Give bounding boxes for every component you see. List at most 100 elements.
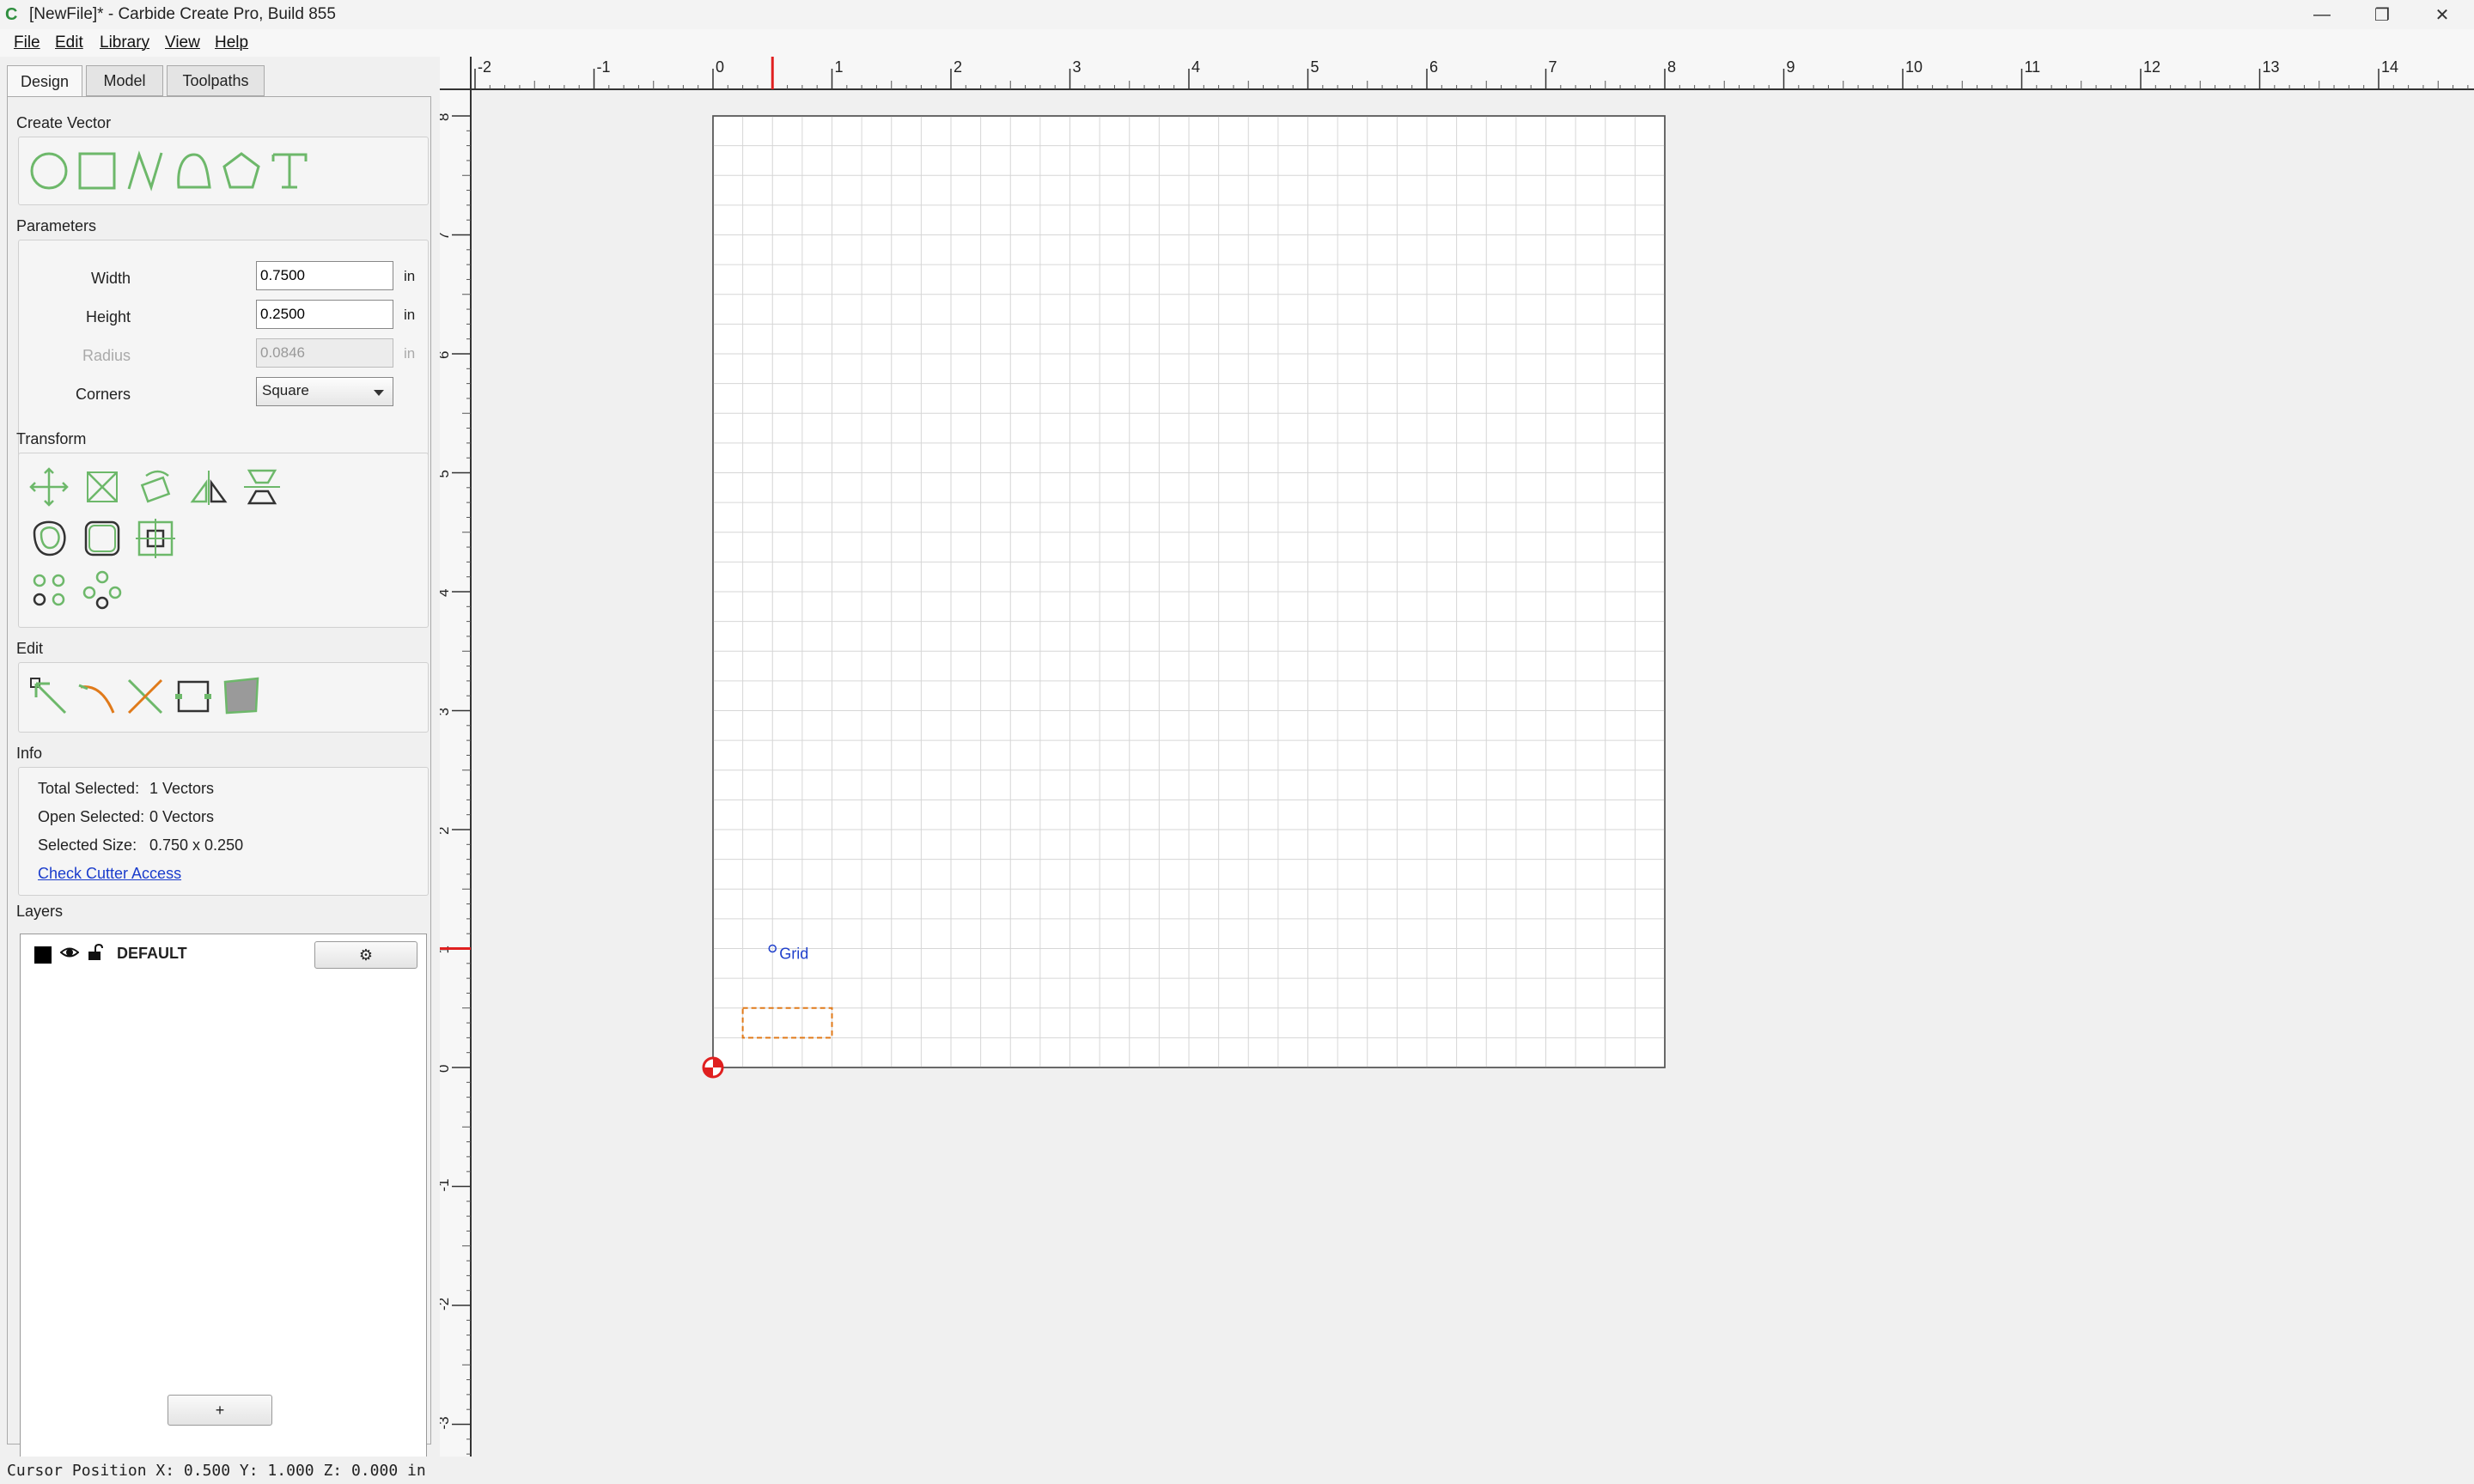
height-input[interactable] — [256, 300, 393, 329]
chevron-down-icon — [374, 390, 384, 396]
edit-label: Edit — [16, 640, 44, 657]
radius-unit: in — [404, 345, 416, 362]
ruler-y-label: -1 — [440, 1178, 452, 1191]
curve-tool-icon[interactable] — [172, 149, 215, 192]
grid-array-icon[interactable] — [27, 569, 70, 611]
menu-view[interactable]: View — [165, 33, 200, 52]
create-vector-label: Create Vector — [16, 114, 112, 131]
gear-icon: ⚙ — [358, 946, 374, 964]
menu-library[interactable]: Library — [100, 33, 149, 52]
add-layer-button[interactable]: + — [168, 1395, 272, 1426]
menu-file[interactable]: File — [14, 33, 40, 52]
ruler-x-label: -2 — [478, 58, 491, 76]
unlock-icon[interactable] — [86, 943, 105, 966]
ruler-y-label: -2 — [440, 1298, 452, 1311]
horizontal-ruler[interactable] — [440, 57, 2474, 89]
ruler-y-label: -3 — [440, 1416, 452, 1429]
grid-snap-label: Grid — [779, 946, 808, 963]
menu-bar: File Edit Library View Help — [0, 29, 2474, 57]
transform-label: Transform — [16, 430, 87, 447]
design-canvas[interactable]: -2-101234567891011121314876543210-1-2-3G… — [440, 57, 2474, 1457]
rotate-icon[interactable] — [134, 465, 177, 508]
join-vectors-icon[interactable] — [172, 675, 215, 718]
rectangle-tool-icon[interactable] — [76, 149, 119, 192]
ruler-x-label: 13 — [2263, 58, 2280, 76]
ruler-y-label: 3 — [440, 708, 452, 715]
ruler-x-label: 6 — [1429, 58, 1438, 76]
width-label: Width — [90, 270, 131, 287]
ruler-x-label: 1 — [835, 58, 844, 76]
corners-selected-value: Square — [262, 382, 309, 398]
tab-toolpaths[interactable]: Toolpaths — [167, 65, 265, 96]
offset-icon[interactable] — [27, 517, 70, 560]
window-title: [NewFile]* - Carbide Create Pro, Build 8… — [29, 5, 336, 23]
polygon-tool-icon[interactable] — [220, 149, 263, 192]
trim-cross-icon[interactable] — [124, 675, 167, 718]
flip-vertical-icon[interactable] — [241, 465, 283, 508]
text-tool-icon[interactable] — [268, 149, 311, 192]
fillet-icon[interactable] — [81, 517, 124, 560]
ruler-x-label: 3 — [1073, 58, 1082, 76]
circle-tool-icon[interactable] — [27, 149, 70, 192]
menu-edit[interactable]: Edit — [55, 33, 83, 52]
vertical-ruler[interactable] — [440, 57, 471, 1457]
close-button[interactable]: ✕ — [2412, 0, 2472, 29]
total-selected-label: Total Selected: — [38, 780, 140, 797]
ruler-x-label: 2 — [954, 58, 962, 76]
ruler-y-label: 7 — [440, 232, 452, 240]
canvas-drawing[interactable]: -2-101234567891011121314876543210-1-2-3G… — [440, 57, 2474, 1457]
layer-color-swatch[interactable] — [34, 946, 52, 964]
title-bar: C [NewFile]* - Carbide Create Pro, Build… — [0, 0, 2474, 29]
parameters-label: Parameters — [16, 217, 97, 234]
minimize-button[interactable]: — — [2292, 0, 2352, 29]
circular-array-icon[interactable] — [81, 569, 124, 611]
trim-curve-icon[interactable] — [76, 675, 119, 718]
ruler-x-label: 4 — [1191, 58, 1200, 76]
boolean-icon[interactable] — [220, 675, 263, 718]
radius-label: Radius — [82, 347, 131, 364]
align-icon[interactable] — [134, 517, 177, 560]
width-unit: in — [404, 268, 416, 284]
selected-size-value: 0.750 x 0.250 — [149, 836, 244, 854]
restore-button[interactable]: ❐ — [2352, 0, 2412, 29]
move-icon[interactable] — [27, 465, 70, 508]
design-panel: Create Vector Parameters Width in Height… — [7, 96, 431, 1483]
check-cutter-access-link[interactable]: Check Cutter Access — [38, 865, 181, 883]
layer-name: DEFAULT — [117, 945, 187, 962]
ruler-x-label: 9 — [1787, 58, 1795, 76]
ruler-y-label: 2 — [440, 827, 452, 835]
eye-icon[interactable] — [59, 943, 80, 967]
tab-model[interactable]: Model — [86, 65, 163, 96]
corners-label: Corners — [75, 386, 131, 403]
edit-group — [18, 662, 429, 733]
app-logo-icon: C — [5, 5, 18, 24]
width-input[interactable] — [256, 261, 393, 290]
node-edit-icon[interactable] — [27, 675, 70, 718]
ruler-x-label: 10 — [1905, 58, 1923, 76]
tab-design[interactable]: Design — [7, 65, 82, 98]
height-label: Height — [85, 308, 131, 325]
open-selected-label: Open Selected: — [38, 808, 145, 825]
ruler-y-label: 8 — [440, 113, 452, 121]
ruler-x-label: 5 — [1311, 58, 1319, 76]
cursor-position: Cursor Position X: 0.500 Y: 1.000 Z: 0.0… — [7, 1462, 426, 1480]
menu-help[interactable]: Help — [215, 33, 248, 52]
layer-settings-button[interactable]: ⚙ — [314, 941, 417, 969]
total-selected-value: 1 Vectors — [149, 780, 215, 797]
radius-input — [256, 338, 393, 368]
height-unit: in — [404, 307, 416, 323]
ruler-x-label: 11 — [2025, 58, 2041, 76]
ruler-y-label: 0 — [440, 1065, 452, 1073]
transform-group — [18, 453, 429, 628]
ruler-y-label: 5 — [440, 470, 452, 477]
ruler-y-label: 6 — [440, 351, 452, 359]
ruler-x-label: 12 — [2143, 58, 2160, 76]
selected-size-label: Selected Size: — [38, 836, 137, 854]
polyline-tool-icon[interactable] — [124, 149, 167, 192]
layer-row[interactable]: DEFAULT ⚙ — [27, 941, 419, 969]
status-bar: Cursor Position X: 0.500 Y: 1.000 Z: 0.0… — [0, 1457, 2474, 1484]
corners-select[interactable]: Square — [256, 377, 393, 406]
scale-icon[interactable] — [81, 465, 124, 508]
mirror-icon[interactable] — [187, 465, 230, 508]
ruler-x-label: 7 — [1549, 58, 1557, 76]
